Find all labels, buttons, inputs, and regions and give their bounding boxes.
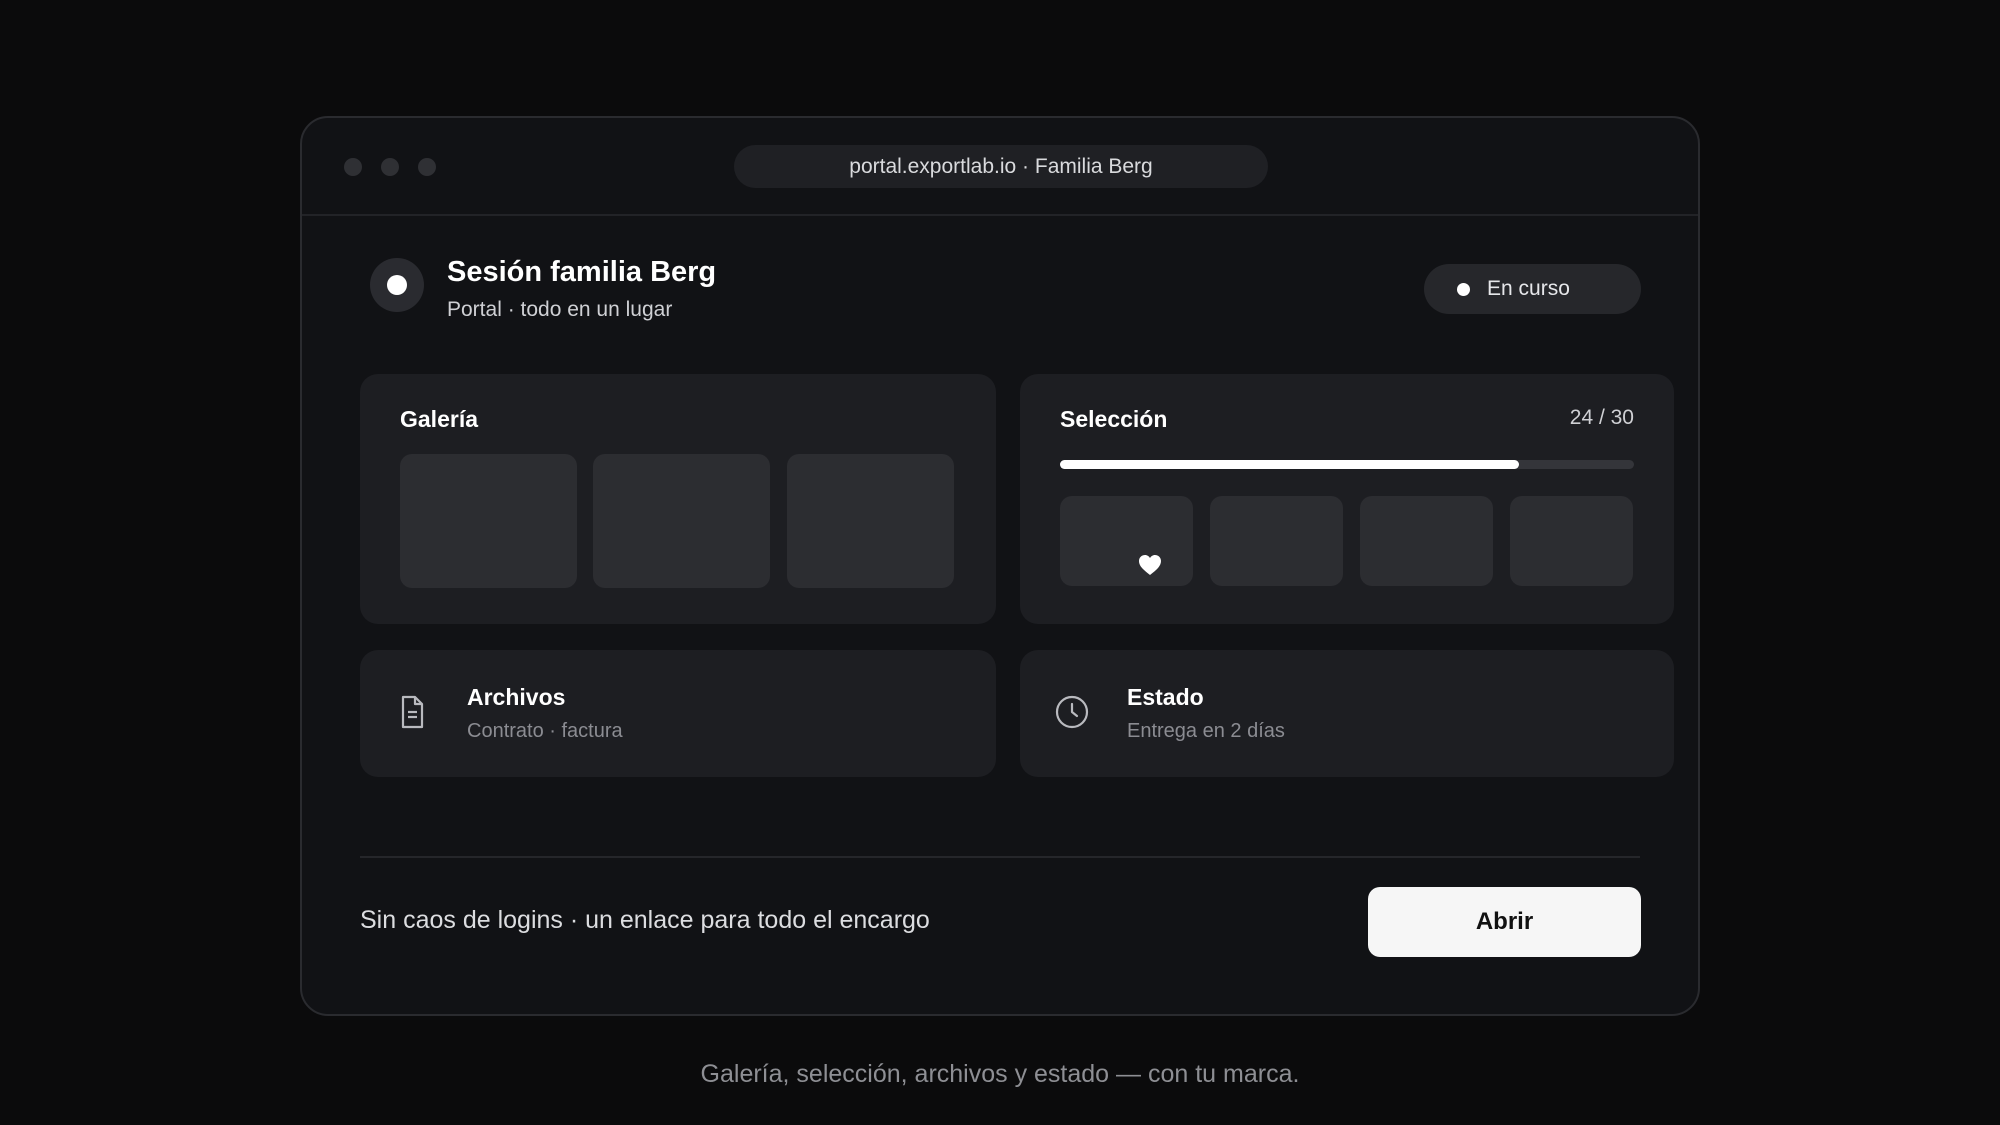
- state-card[interactable]: Estado Entrega en 2 días: [1020, 650, 1674, 777]
- gallery-card[interactable]: Galería: [360, 374, 996, 624]
- selection-count: 24 / 30: [1569, 406, 1634, 429]
- gallery-thumbnail[interactable]: [787, 454, 954, 588]
- window-minimize-dot[interactable]: [381, 158, 399, 176]
- selection-progress-bar: [1060, 460, 1634, 469]
- selection-thumbnail[interactable]: [1360, 496, 1493, 586]
- status-label: En curso: [1487, 277, 1570, 300]
- selection-progress-fill: [1060, 460, 1520, 469]
- page-title: Sesión familia Berg: [447, 256, 717, 288]
- gallery-title: Galería: [400, 406, 478, 432]
- files-subtitle: Contrato · factura: [467, 720, 623, 742]
- status-dot-icon: [1457, 283, 1470, 296]
- gallery-thumbnail[interactable]: [593, 454, 770, 588]
- divider: [360, 856, 1640, 858]
- status-badge: En curso: [1424, 264, 1641, 314]
- window-maximize-dot[interactable]: [418, 158, 436, 176]
- clock-icon: [1055, 695, 1089, 729]
- files-card[interactable]: Archivos Contrato · factura: [360, 650, 996, 777]
- selection-thumbnail[interactable]: [1510, 496, 1633, 586]
- session-icon: [370, 258, 424, 312]
- document-icon: [401, 695, 424, 729]
- browser-window: portal.exportlab.io · Familia Berg Sesió…: [300, 116, 1700, 1016]
- address-bar[interactable]: portal.exportlab.io · Familia Berg: [734, 145, 1268, 188]
- selection-card[interactable]: Selección 24 / 30: [1020, 374, 1674, 624]
- selection-title: Selección: [1060, 406, 1168, 432]
- title-bar: portal.exportlab.io · Familia Berg: [302, 118, 1698, 216]
- gallery-thumbnail[interactable]: [400, 454, 577, 588]
- selection-thumbnail[interactable]: [1210, 496, 1343, 586]
- state-subtitle: Entrega en 2 días: [1127, 720, 1285, 742]
- files-title: Archivos: [467, 684, 566, 710]
- window-close-dot[interactable]: [344, 158, 362, 176]
- state-title: Estado: [1127, 684, 1204, 710]
- selection-thumbnail[interactable]: [1060, 496, 1193, 586]
- open-button[interactable]: Abrir: [1368, 887, 1641, 957]
- heart-icon: [1139, 555, 1161, 575]
- page-subtitle: Portal · todo en un lugar: [447, 298, 673, 321]
- caption: Galería, selección, archivos y estado — …: [700, 1060, 1300, 1088]
- footer-text: Sin caos de logins · un enlace para todo…: [360, 906, 930, 934]
